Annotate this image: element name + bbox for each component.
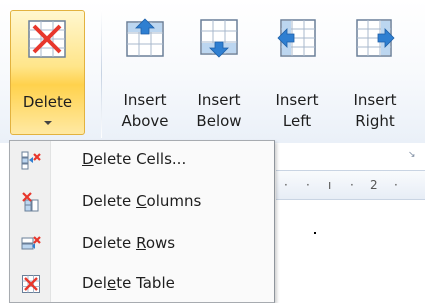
label-part: Delete <box>82 234 137 252</box>
insert-below-icon <box>200 19 238 58</box>
insert-right-button[interactable]: Insert Right <box>338 10 412 135</box>
menu-item-delete-cells[interactable]: Delete Cells... <box>10 143 274 177</box>
delete-table-icon <box>22 275 40 293</box>
access-key: R <box>136 234 146 252</box>
insert-above-line1: Insert <box>123 91 167 109</box>
ruler-tick-label: 2 <box>370 178 378 192</box>
ruler-tick: · <box>284 178 288 192</box>
insert-right-icon <box>356 19 395 57</box>
insert-left-label: Insert Left <box>260 90 334 132</box>
label-part: te Table <box>116 274 175 292</box>
menu-item-label: Delete Rows <box>82 234 175 252</box>
insert-below-line1: Insert <box>197 91 241 109</box>
menu-item-delete-table[interactable]: Delete Table <box>10 267 274 301</box>
label-part: Delete <box>82 192 137 210</box>
label-part: elete Cells... <box>93 150 187 168</box>
insert-below-line2: Below <box>196 112 242 130</box>
delete-table-icon <box>28 20 66 58</box>
ruler-tick: · <box>394 178 398 192</box>
menu-item-label: Delete Table <box>82 274 175 292</box>
insert-above-line2: Above <box>121 112 169 130</box>
insert-right-line1: Insert <box>353 91 397 109</box>
horizontal-ruler[interactable]: · · ı · 2 · <box>276 170 425 200</box>
ribbon-separator <box>101 10 102 138</box>
ruler-tick: · <box>306 178 310 192</box>
document-text-mark <box>314 232 316 234</box>
insert-below-label: Insert Below <box>182 90 256 132</box>
menu-item-delete-columns[interactable]: Delete Columns <box>10 185 274 219</box>
ruler-tick: · <box>350 178 354 192</box>
label-part: ows <box>145 234 176 252</box>
ruler-tick: ı <box>328 178 332 192</box>
chevron-down-icon[interactable] <box>44 121 52 125</box>
insert-below-button[interactable]: Insert Below <box>182 10 256 135</box>
label-part: Del <box>82 274 107 292</box>
insert-right-label: Insert Right <box>338 90 412 132</box>
delete-rows-icon <box>21 236 41 250</box>
delete-columns-icon <box>22 192 39 212</box>
insert-left-line1: Insert <box>275 91 319 109</box>
insert-left-line2: Left <box>282 112 312 130</box>
insert-left-button[interactable]: Insert Left <box>260 10 334 135</box>
insert-left-icon <box>277 19 316 57</box>
delete-button[interactable]: Delete <box>10 10 85 135</box>
insert-above-icon <box>126 18 164 57</box>
insert-above-button[interactable]: Insert Above <box>108 10 182 135</box>
menu-item-delete-rows[interactable]: Delete Rows <box>10 227 274 261</box>
menu-item-label: Delete Columns <box>82 192 201 210</box>
delete-button-label: Delete <box>22 93 73 111</box>
delete-dropdown-menu: Delete Cells... Delete Columns Delete Ro… <box>9 140 275 303</box>
insert-right-line2: Right <box>355 112 395 130</box>
ribbon-rows-columns-group: Delete Insert Above Insert Below Insert … <box>0 0 425 143</box>
dialog-launcher-icon[interactable]: ↘ <box>408 150 418 160</box>
access-key: e <box>106 274 117 292</box>
menu-item-label: Delete Cells... <box>82 150 186 168</box>
delete-cells-icon <box>21 151 41 170</box>
insert-above-label: Insert Above <box>108 90 182 132</box>
access-key: C <box>136 192 147 210</box>
label-part: olumns <box>146 192 202 210</box>
access-key: D <box>82 150 94 168</box>
